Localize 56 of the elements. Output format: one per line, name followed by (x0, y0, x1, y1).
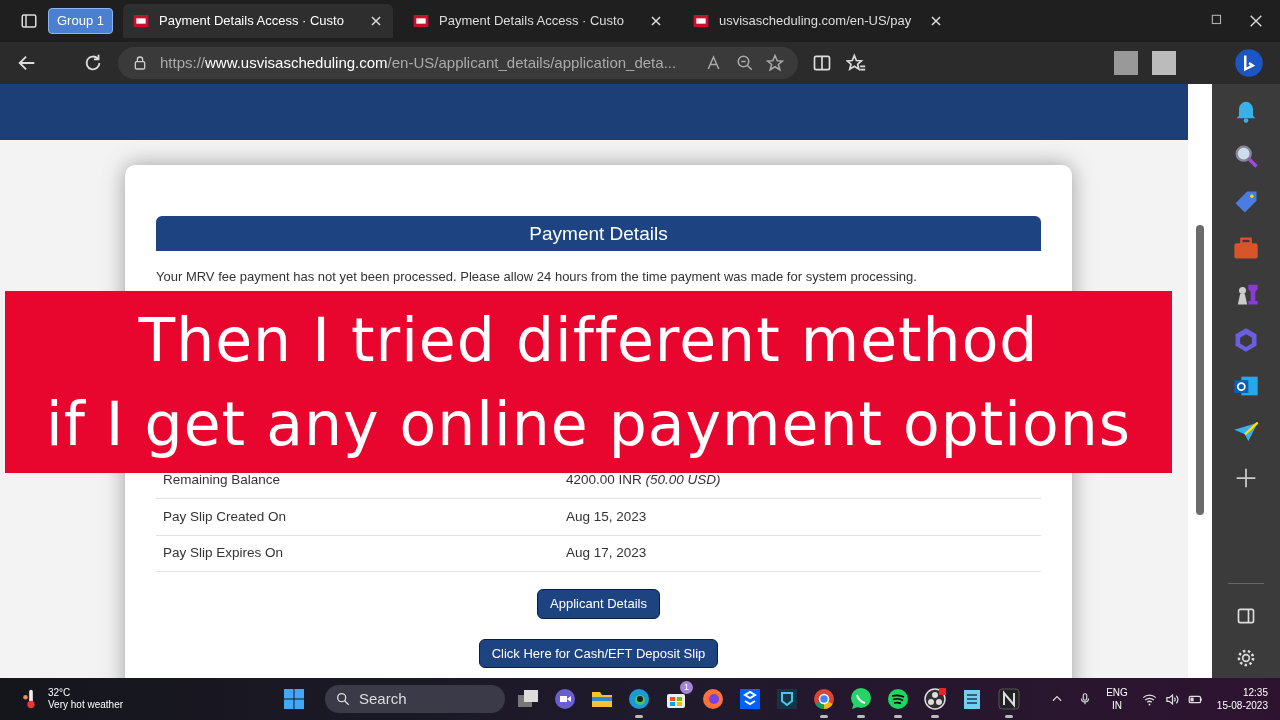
tab-actions-icon[interactable] (20, 12, 38, 30)
split-screen-icon[interactable] (812, 53, 832, 73)
site-icon (413, 13, 429, 29)
favorites-icon[interactable] (846, 53, 866, 73)
scrollbar-thumb[interactable] (1196, 225, 1204, 515)
language-indicator[interactable]: ENG IN (1106, 686, 1128, 712)
action-button[interactable]: Click Here for Cash/EFT Deposit Slip (478, 638, 719, 669)
search-field[interactable]: Search (325, 685, 505, 713)
notification-badge: 1 (680, 681, 693, 694)
row-value: Aug 15, 2023 (566, 507, 647, 526)
close-icon[interactable] (649, 14, 663, 28)
volume-icon[interactable] (1164, 691, 1180, 707)
caption-text: if I get any online payment options (46, 388, 1131, 461)
chrome-app-icon[interactable] (812, 687, 836, 711)
notice-text: Your MRV fee payment has not yet been processed. Please allow 24 hours from the time payment was made for system processing. (156, 269, 918, 285)
sidebar-toggle-icon[interactable] (1236, 606, 1256, 626)
row-value: 4200.00 INR (50.00 USD) (566, 471, 721, 490)
browser-tab[interactable]: usvisascheduling.com/en-US/pay (683, 4, 953, 38)
music-app-icon[interactable] (886, 687, 910, 711)
lock-icon (132, 55, 148, 71)
chat-app-icon[interactable] (849, 687, 873, 711)
copilot-icon[interactable] (1234, 48, 1264, 78)
action-button[interactable]: Applicant Details (537, 589, 660, 619)
windows-app-icon[interactable] (282, 687, 306, 711)
star-icon[interactable] (766, 54, 784, 72)
settings-icon[interactable] (1236, 648, 1256, 668)
restore-icon[interactable] (1210, 13, 1224, 27)
meet-app-icon[interactable] (553, 687, 577, 711)
fox-app-icon[interactable] (701, 687, 725, 711)
row-value: Aug 17, 2023 (566, 544, 647, 563)
box-app-icon[interactable] (738, 687, 762, 711)
search-icon (335, 691, 351, 707)
address-field[interactable]: https://www.usvisascheduling.com/en-US/applicant_details/application_deta... (118, 47, 798, 79)
shield-app-icon[interactable] (775, 687, 799, 711)
browser-tab[interactable]: Payment Details Access · Custo (403, 4, 673, 38)
panel-header: Payment Details (156, 216, 1041, 251)
browser-tab[interactable]: Payment Details Access · Custo (123, 4, 393, 38)
clock-date[interactable]: 15-08-2023 (1216, 699, 1268, 712)
clock-time[interactable]: 12:35 (1216, 686, 1268, 699)
tab-group-chip[interactable]: Group 1 (48, 8, 113, 34)
row-label: Remaining Balance (163, 471, 282, 490)
edge-app-icon[interactable] (627, 687, 651, 711)
scrollbar[interactable] (1188, 84, 1212, 678)
row-label: Pay Slip Created On (163, 507, 288, 526)
zoom-out-icon[interactable] (736, 54, 754, 72)
site-icon (133, 13, 149, 29)
close-icon[interactable] (369, 14, 383, 28)
close-icon[interactable] (929, 14, 943, 28)
record-app-icon[interactable] (923, 687, 947, 711)
row-label: Pay Slip Expires On (163, 544, 285, 563)
temperature-text: 32°C (48, 687, 72, 699)
site-icon (693, 13, 709, 29)
letter-app-icon[interactable] (997, 687, 1021, 711)
caption-text: Then I tried different method (138, 304, 1039, 377)
weather-text: Very hot weather (48, 699, 124, 711)
close-icon[interactable] (1248, 13, 1264, 29)
